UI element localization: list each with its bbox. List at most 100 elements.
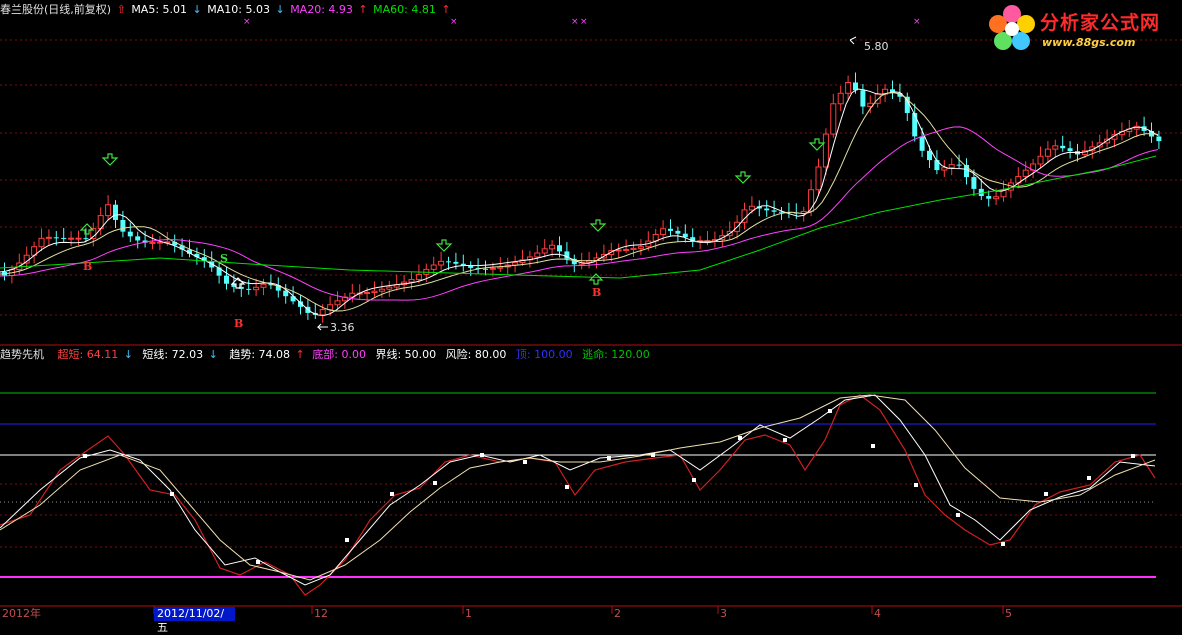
candle-body [830, 103, 837, 135]
indicator-marker [914, 483, 918, 487]
ma60-line [0, 155, 1157, 279]
down-arrow-icon: ↓ [208, 348, 218, 361]
candle-body [371, 290, 378, 294]
candle-body [512, 262, 519, 266]
candle-body [253, 286, 260, 291]
x-axis-month-label: 5 [1005, 607, 1012, 620]
candle-body [378, 288, 385, 292]
up-arrow-icon: ↑ [441, 3, 451, 16]
site-logo: 分析家公式网 www.88gs.com [982, 2, 1178, 54]
candle-body [771, 210, 777, 212]
svg-text:×: × [243, 17, 251, 27]
down-arrow-icon [101, 153, 119, 166]
candle-body [489, 267, 496, 270]
indicator-marker [345, 538, 349, 542]
candle-body [38, 237, 45, 248]
down-arrow-icon: ↓ [192, 3, 202, 16]
candle-body [224, 275, 229, 284]
candle-body [534, 252, 541, 258]
candlestick-series [2, 72, 1162, 323]
candle-body [941, 167, 948, 171]
candle-body [660, 228, 667, 235]
candle-body [497, 266, 504, 269]
indicator-marker [783, 438, 787, 442]
svg-text:×: × [580, 17, 588, 27]
candle-body [105, 204, 112, 217]
candle-body [61, 237, 67, 239]
candle-body [912, 112, 918, 137]
buy-signal-label: B [592, 286, 601, 299]
candle-body [468, 265, 474, 268]
logo-title: 分析家公式网 [1040, 12, 1161, 34]
indicator-name[interactable]: 趋势先机 [0, 348, 44, 361]
indicator-marker [433, 481, 437, 485]
indicator-marker [607, 456, 611, 460]
candle-body [860, 90, 866, 107]
down-arrow-icon: ↓ [123, 348, 133, 361]
indicator-marker [651, 453, 655, 457]
candle-body [637, 246, 644, 249]
candle-body [675, 230, 681, 234]
candle-body [948, 164, 955, 169]
high-price-label: 5.80 [864, 40, 889, 53]
buy-signal-label: B [234, 317, 243, 330]
candle-body [283, 290, 289, 297]
candle-body [1052, 145, 1059, 150]
ma10-value: MA10: 5.03 [207, 3, 270, 16]
ma20-line [0, 126, 1159, 301]
main-panel-grid [0, 39, 1182, 316]
ma5-value: MA5: 5.01 [131, 3, 188, 16]
candle-body [446, 261, 451, 263]
x-axis-month-label: 4 [874, 607, 881, 620]
indicator-marker [692, 478, 696, 482]
svg-text:×: × [450, 17, 458, 27]
indicator-marker [1001, 542, 1005, 546]
indicator-marker [480, 453, 484, 457]
cursor-date-box: 2012/11/02/五 [154, 607, 235, 634]
up-arrow-icon: ↑ [295, 348, 305, 361]
flower-logo-icon [989, 5, 1035, 50]
candle-body [1037, 155, 1044, 165]
up-arrow-icon: ⇧ [116, 3, 126, 16]
x-axis-month-label: 3 [720, 607, 727, 620]
candle-body [557, 245, 562, 252]
stock-chart-canvas[interactable]: × × × × × B B B S 5.80 3.36 [0, 0, 1182, 622]
low-price-label: 3.36 [330, 321, 355, 334]
indicator-marker [170, 492, 174, 496]
candle-body [149, 241, 156, 244]
candle-body [1022, 169, 1029, 177]
candle-body [1067, 148, 1073, 152]
sell-signal-label: S [220, 252, 228, 265]
svg-text:×: × [913, 17, 921, 27]
indicator-header: 趋势先机 超短: 64.11 ↓ 短线: 72.03 ↓ 趋势: 74.08 ↑… [0, 347, 652, 363]
low-marker [316, 323, 328, 331]
candle-body [364, 292, 371, 295]
x-axis-month-label: 1 [465, 607, 472, 620]
chaoduan-value: 超短: 64.11 [57, 348, 119, 361]
buy-signal-label: B [83, 260, 92, 273]
candle-body [845, 81, 852, 94]
ma10-line [0, 92, 1159, 312]
duanxian-value: 短线: 72.03 [142, 348, 204, 361]
candle-body [415, 273, 422, 281]
indicator-marker [738, 436, 742, 440]
candle-body [83, 238, 89, 240]
candle-body [623, 248, 630, 251]
down-arrow-icon [435, 239, 453, 252]
stock-title[interactable]: 春兰股份(日线,前复权) [0, 3, 111, 16]
logo-url[interactable]: www.88gs.com [1042, 36, 1135, 49]
candle-body [956, 164, 962, 166]
candle-body [75, 237, 82, 240]
candle-body [993, 196, 1000, 200]
indicator-marker [256, 560, 260, 564]
candle-body [327, 304, 334, 311]
candle-body [408, 279, 415, 283]
down-arrow-icon: ↓ [275, 3, 285, 16]
qushi-value: 趋势: 74.08 [229, 348, 291, 361]
ma20-value: MA20: 4.93 [290, 3, 353, 16]
candle-body [386, 286, 393, 290]
candle-body [748, 205, 755, 211]
candle-body [971, 177, 977, 189]
indicator-panel-grid [0, 483, 1182, 548]
candle-body [815, 166, 822, 191]
